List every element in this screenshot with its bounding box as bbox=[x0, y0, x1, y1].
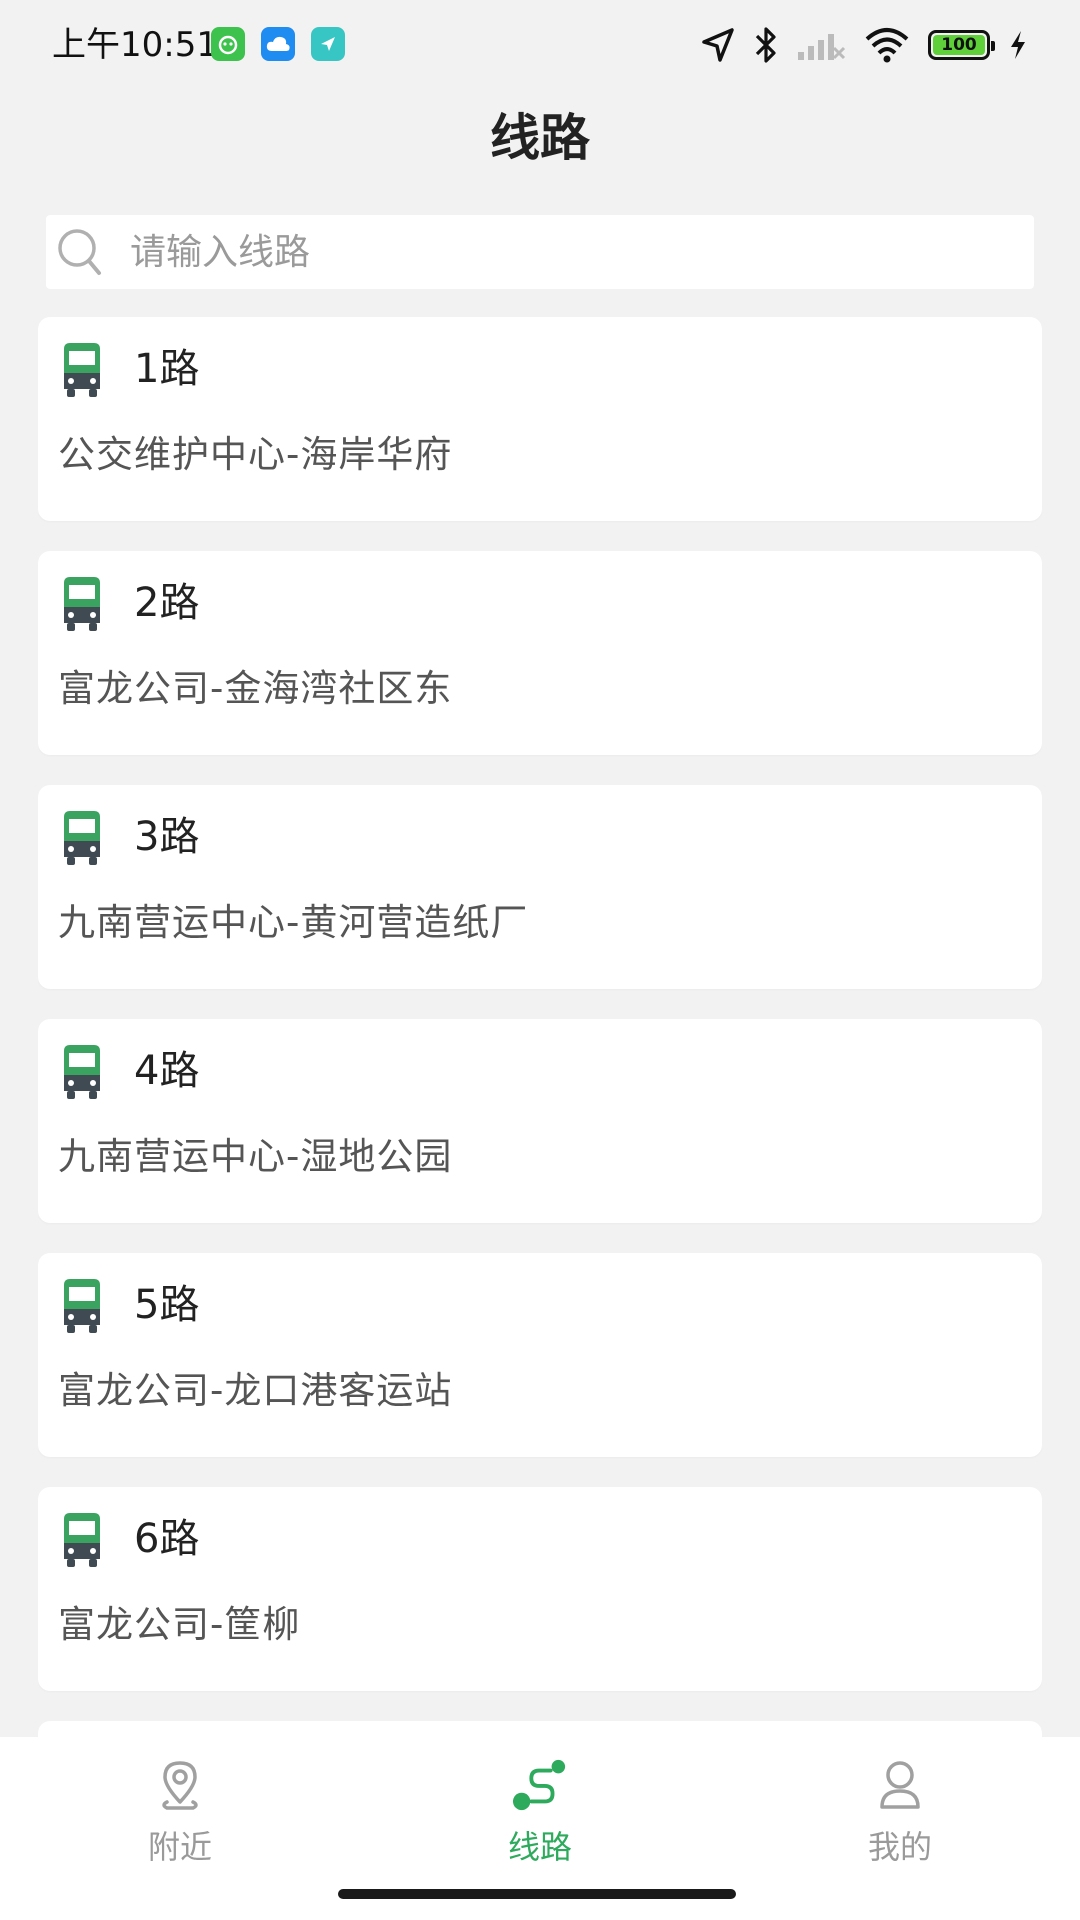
route-endpoints: 九南营运中心-湿地公园 bbox=[58, 1135, 453, 1178]
route-list[interactable]: 1路 公交维护中心-海岸华府 2路 富龙公司-金海湾社区东 3路 九南营运中心-… bbox=[38, 317, 1042, 1737]
route-name: 3路 bbox=[134, 814, 200, 860]
bus-icon bbox=[64, 343, 100, 397]
location-pin-icon bbox=[152, 1757, 208, 1813]
route-card-3[interactable]: 3路 九南营运中心-黄河营造纸厂 bbox=[38, 785, 1042, 989]
route-card-7[interactable] bbox=[38, 1721, 1042, 1737]
battery-level: 100 bbox=[933, 35, 985, 55]
navigation-app-icon bbox=[311, 27, 345, 61]
route-card-5[interactable]: 5路 富龙公司-龙口港客运站 bbox=[38, 1253, 1042, 1457]
user-icon bbox=[872, 1757, 928, 1813]
nav-label-mine: 我的 bbox=[867, 1828, 932, 1866]
bus-icon bbox=[64, 1513, 100, 1567]
location-arrow-icon bbox=[702, 28, 734, 62]
search-box[interactable] bbox=[46, 215, 1034, 289]
route-name: 4路 bbox=[134, 1048, 200, 1094]
wifi-icon bbox=[865, 28, 909, 63]
nav-label-routes: 线路 bbox=[507, 1828, 572, 1866]
app-green-icon bbox=[211, 27, 245, 61]
route-name: 1路 bbox=[134, 346, 200, 392]
route-endpoints: 富龙公司-筐柳 bbox=[58, 1603, 301, 1646]
cloud-icon bbox=[261, 27, 295, 61]
route-card-1[interactable]: 1路 公交维护中心-海岸华府 bbox=[38, 317, 1042, 521]
signal-icon bbox=[798, 34, 846, 60]
route-endpoints: 富龙公司-金海湾社区东 bbox=[58, 667, 453, 710]
route-name: 2路 bbox=[134, 580, 200, 626]
status-right: 100 bbox=[700, 24, 1028, 66]
charging-icon bbox=[1011, 31, 1025, 59]
route-name: 5路 bbox=[134, 1282, 200, 1328]
route-card-4[interactable]: 4路 九南营运中心-湿地公园 bbox=[38, 1019, 1042, 1223]
route-name: 6路 bbox=[134, 1516, 200, 1562]
bus-icon bbox=[64, 1045, 100, 1099]
nav-item-mine[interactable]: 我的 bbox=[720, 1737, 1080, 1920]
nav-item-nearby[interactable]: 附近 bbox=[0, 1737, 360, 1920]
bluetooth-icon bbox=[755, 27, 776, 63]
bus-icon bbox=[64, 811, 100, 865]
status-bar: 上午10:51 100 bbox=[0, 0, 1080, 90]
bus-icon bbox=[64, 577, 100, 631]
home-indicator bbox=[338, 1889, 736, 1899]
search-icon bbox=[54, 226, 106, 278]
route-card-6[interactable]: 6路 富龙公司-筐柳 bbox=[38, 1487, 1042, 1691]
page-title: 线路 bbox=[490, 109, 590, 167]
route-endpoints: 九南营运中心-黄河营造纸厂 bbox=[58, 901, 529, 944]
battery-icon: 100 bbox=[928, 30, 995, 60]
nav-label-nearby: 附近 bbox=[147, 1828, 212, 1866]
route-endpoints: 公交维护中心-海岸华府 bbox=[58, 433, 453, 476]
route-icon bbox=[512, 1757, 568, 1813]
status-time: 上午10:51 bbox=[52, 25, 218, 65]
route-endpoints: 富龙公司-龙口港客运站 bbox=[58, 1369, 453, 1412]
search-input[interactable] bbox=[128, 221, 992, 283]
route-card-2[interactable]: 2路 富龙公司-金海湾社区东 bbox=[38, 551, 1042, 755]
bus-icon bbox=[64, 1279, 100, 1333]
